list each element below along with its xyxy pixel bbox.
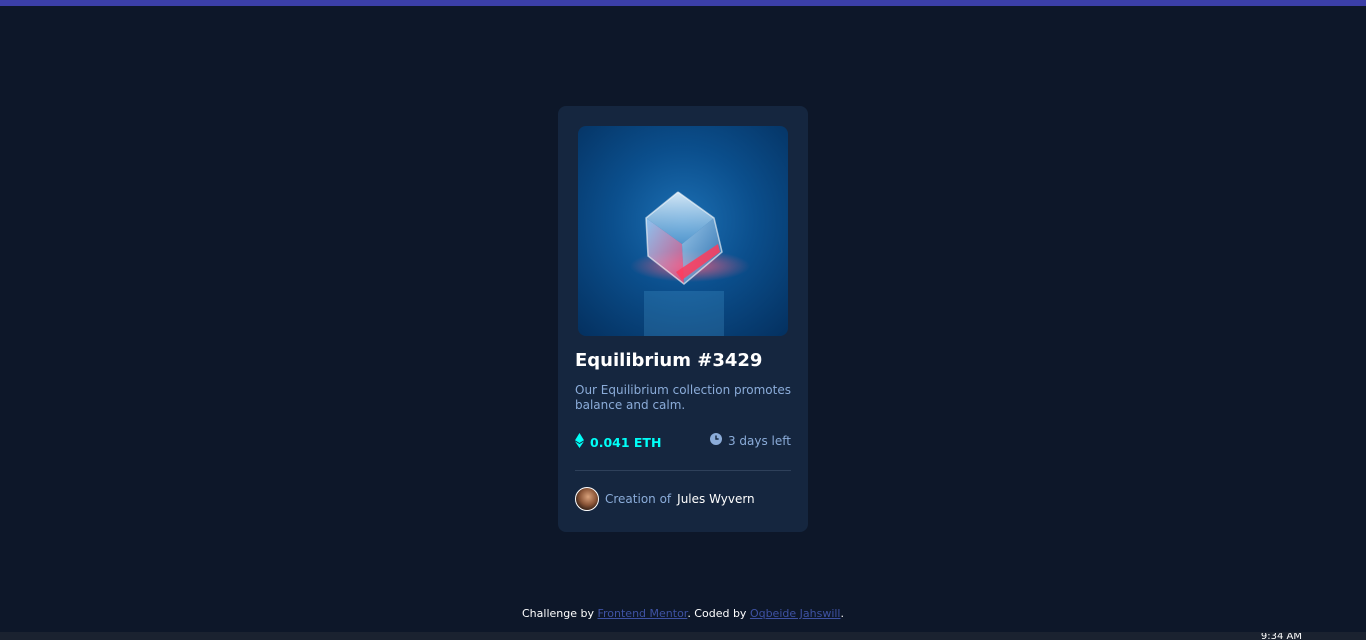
nft-card: Equilibrium #3429 Our Equilibrium collec… [558,106,808,532]
attribution-middle: . Coded by [687,607,747,620]
clock-icon [709,433,722,448]
author-link[interactable]: Oqbeide Jahswill [750,607,841,620]
ethereum-icon [575,433,584,451]
price-block: 0.041 ETH [575,433,661,451]
attribution: Challenge by Frontend Mentor. Coded by O… [0,607,1366,620]
creator-avatar [575,487,599,511]
time-left-block: 3 days left [709,433,791,448]
top-accent-strip [0,0,1366,6]
price-value: 0.041 ETH [590,434,662,450]
taskbar-clock[interactable]: 9:34 AM [1261,633,1302,640]
creator-row: Creation of Jules Wyvern [575,487,755,511]
card-title[interactable]: Equilibrium #3429 [575,350,762,371]
frontend-mentor-link[interactable]: Frontend Mentor [597,607,687,620]
card-description: Our Equilibrium collection promotes bala… [575,383,791,412]
taskbar [0,632,1366,640]
attribution-suffix: . [840,607,844,620]
creation-prefix: Creation of [605,492,672,506]
card-divider [575,470,791,471]
nft-image[interactable] [578,126,788,336]
creator-name[interactable]: Jules Wyvern [677,492,755,506]
attribution-prefix: Challenge by [522,607,594,620]
crystal-cube-illustration [630,191,750,336]
time-left-text: 3 days left [727,433,791,448]
